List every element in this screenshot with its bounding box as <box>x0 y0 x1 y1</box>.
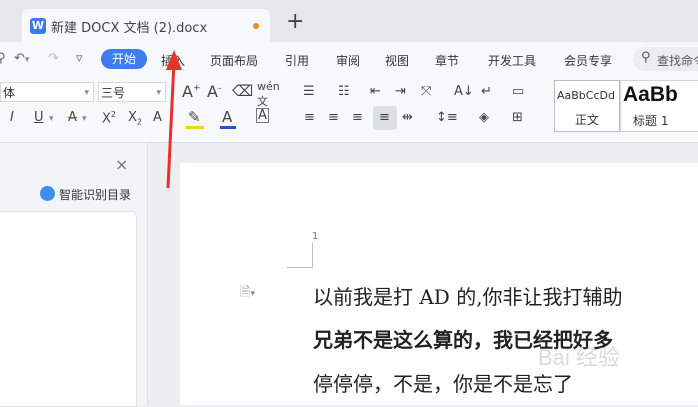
align-right-icon[interactable]: ≡ <box>352 110 363 125</box>
tab-review[interactable]: 审阅 <box>336 52 360 69</box>
search-icon: ⚲ <box>641 50 651 65</box>
ruler-icon[interactable]: ▭ <box>512 84 524 99</box>
smart-toc-icon <box>40 186 55 201</box>
margin-marker <box>287 267 313 268</box>
word-doc-icon: W <box>30 18 46 34</box>
bullet-list-icon[interactable]: ☰ <box>303 84 315 99</box>
smart-toc-label: 智能识别目录 <box>59 188 132 202</box>
style-normal-label: 正文 <box>575 113 600 127</box>
numbered-list-icon[interactable]: ☷ <box>338 84 350 99</box>
char-border-icon[interactable]: A <box>256 108 269 123</box>
superscript-icon[interactable]: X2 <box>102 110 116 126</box>
line-spacing-icon[interactable]: ↕≡ <box>436 110 458 125</box>
shading-icon[interactable]: ◈ <box>479 110 489 125</box>
align-left-icon[interactable]: ≡ <box>304 110 315 125</box>
tab-member[interactable]: 会员专享 <box>564 52 612 69</box>
strikethrough-icon[interactable]: A <box>68 110 77 125</box>
subscript-icon[interactable]: X2 <box>128 110 142 127</box>
navigation-pane: × 智能识别目录 <box>0 143 148 407</box>
distribute-icon[interactable]: ⇹ <box>402 110 413 125</box>
search-placeholder: 查找命令 <box>657 54 698 68</box>
increase-indent-icon[interactable]: ⇥ <box>395 84 406 99</box>
phonetic-guide-icon[interactable]: wén 文 <box>257 80 280 109</box>
font-name-value: 体 <box>3 86 16 100</box>
underline-icon[interactable]: U <box>34 110 44 125</box>
decrease-indent-icon[interactable]: ⇤ <box>370 84 381 99</box>
tab-page-layout[interactable]: 页面布局 <box>210 52 258 69</box>
annotation-arrow <box>166 50 182 189</box>
chevron-down-icon[interactable]: ▾ <box>82 114 87 124</box>
document-tab-title: 新建 DOCX 文档 (2).docx <box>51 21 208 36</box>
font-color-bar <box>220 126 236 129</box>
document-tab[interactable]: W 新建 DOCX 文档 (2).docx <box>22 9 270 42</box>
align-center-icon[interactable]: ≡ <box>328 110 339 125</box>
text-line[interactable]: 停停停，不是，你是不是忘了 <box>313 368 573 397</box>
close-icon[interactable]: × <box>115 155 128 174</box>
chinese-layout-icon[interactable]: ⤧ <box>421 84 431 99</box>
font-size-value: 三号 <box>101 86 126 100</box>
watermark: Bai 经验 <box>538 345 620 370</box>
chevron-down-icon[interactable]: ▾ <box>49 114 54 124</box>
arrow-shaft <box>166 61 176 189</box>
borders-icon[interactable]: ⊞ <box>512 110 523 125</box>
margin-marker <box>312 243 313 268</box>
style-heading-preview: AaBb <box>623 83 678 106</box>
shrink-font-icon[interactable]: A- <box>207 82 221 101</box>
tab-developer[interactable]: 开发工具 <box>488 52 536 69</box>
justify-icon: ≡ <box>379 110 390 125</box>
justify-button[interactable]: ≡ <box>373 106 397 130</box>
arrow-head <box>166 50 182 70</box>
toc-list <box>0 211 137 407</box>
chevron-down-icon: ▾ <box>84 88 89 98</box>
style-heading-label: 标题 1 <box>633 114 669 128</box>
style-normal[interactable]: AaBbCcDd 正文 <box>554 80 620 132</box>
undo-icon[interactable]: ↶▾ <box>14 51 29 66</box>
tab-references[interactable]: 引用 <box>285 52 309 69</box>
text-line[interactable]: 以前我是打 AD 的,你非让我打辅助 <box>313 281 623 310</box>
ribbon: ⚲ ↶▾ ↷ ▿ 开始 插入 页面布局 引用 审阅 视图 章节 开发工具 会员专… <box>0 42 698 143</box>
show-marks-icon[interactable]: ↵ <box>481 84 492 99</box>
style-heading-1[interactable]: AaBb 标题 1 <box>620 80 698 132</box>
font-color-icon[interactable]: A <box>222 108 232 126</box>
style-normal-preview: AaBbCcDd <box>557 89 615 102</box>
paragraph-handle-icon[interactable]: 🗎▾ <box>240 283 255 305</box>
italic-icon[interactable]: I <box>10 110 14 125</box>
redo-icon[interactable]: ↷ <box>48 51 59 66</box>
tab-start[interactable]: 开始 <box>101 49 147 69</box>
tab-chapter[interactable]: 章节 <box>435 52 459 69</box>
unsaved-indicator <box>253 23 259 29</box>
chevron-down-icon[interactable]: ▿ <box>76 51 83 66</box>
tab-view[interactable]: 视图 <box>385 52 409 69</box>
new-tab-button[interactable]: + <box>286 11 304 33</box>
page-number: 1 <box>312 231 319 242</box>
eraser-icon[interactable]: ⌫ <box>232 82 253 100</box>
font-name-select[interactable]: 体 ▾ <box>0 82 94 102</box>
tab-bar: W 新建 DOCX 文档 (2).docx + <box>0 0 698 42</box>
sort-icon[interactable]: A↓ <box>454 84 474 99</box>
search-commands[interactable]: ⚲ 查找命令 <box>633 47 698 71</box>
search-icon[interactable]: ⚲ <box>0 51 6 66</box>
